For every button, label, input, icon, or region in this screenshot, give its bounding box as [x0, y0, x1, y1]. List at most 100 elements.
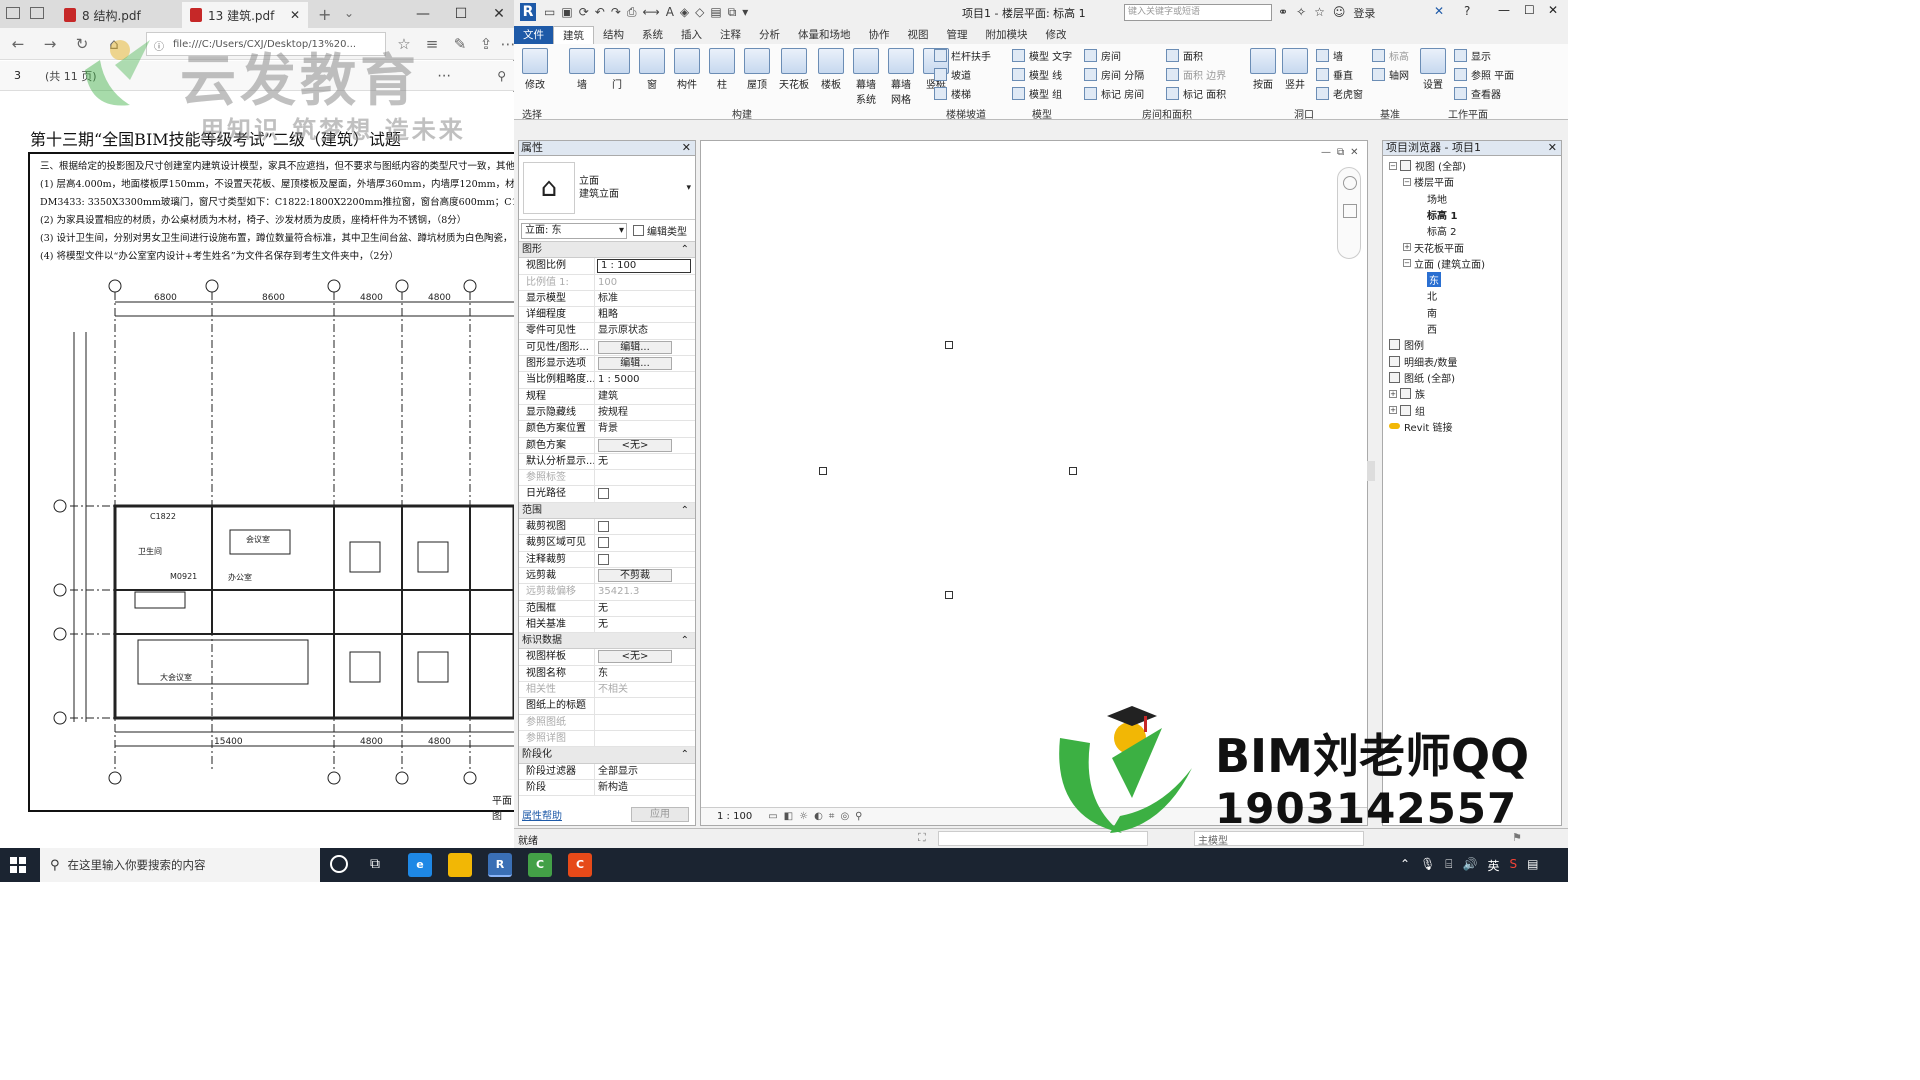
- zoom-icon[interactable]: [1343, 204, 1357, 218]
- tag-area-tool[interactable]: 标记 面积: [1166, 84, 1226, 103]
- tab-manage[interactable]: 管理: [938, 26, 977, 44]
- property-value[interactable]: 编辑...: [595, 340, 695, 355]
- property-row[interactable]: 参照标签: [519, 470, 695, 487]
- expand-icon[interactable]: +: [1389, 389, 1397, 398]
- share-icon[interactable]: ⇪: [474, 33, 498, 55]
- elevation-marker-west[interactable]: [819, 467, 827, 475]
- tab-analyze[interactable]: 分析: [750, 26, 789, 44]
- browser-item-groups[interactable]: + 组: [1389, 403, 1425, 418]
- property-value[interactable]: [595, 470, 695, 485]
- panel-select-label[interactable]: 选择: [522, 106, 542, 121]
- section-graphics[interactable]: 图形 ⌃: [519, 242, 695, 259]
- 3d-view-icon[interactable]: ◈: [680, 5, 689, 20]
- property-row[interactable]: 注释裁剪: [519, 551, 695, 568]
- tab-insert[interactable]: 插入: [672, 26, 711, 44]
- browser-item-floor-plan-level-2[interactable]: 标高 2: [1427, 223, 1457, 238]
- property-value[interactable]: 建筑: [595, 389, 695, 404]
- property-row[interactable]: 参照图纸: [519, 714, 695, 731]
- floor-tool[interactable]: 楼板: [818, 48, 844, 106]
- close-browser-icon[interactable]: ✕: [1548, 141, 1557, 155]
- dormer-tool[interactable]: 老虎窗: [1316, 84, 1363, 103]
- property-value[interactable]: 全部显示: [595, 764, 695, 779]
- type-selector[interactable]: ⌂ 立面 建筑立面 ▾: [519, 156, 695, 220]
- property-value[interactable]: 编辑...: [595, 356, 695, 371]
- undo-icon[interactable]: ↶: [595, 5, 605, 20]
- shadows-icon[interactable]: ◐: [814, 811, 823, 822]
- model-line-tool[interactable]: 模型 线: [1012, 65, 1072, 84]
- door-tool[interactable]: 门: [604, 48, 630, 106]
- task-view-icon[interactable]: ⧉: [370, 856, 380, 872]
- set-aside-tabs-icon[interactable]: [30, 7, 44, 19]
- roof-tool[interactable]: 屋顶: [744, 48, 770, 106]
- property-checkbox[interactable]: [598, 553, 609, 565]
- camtasia-app-icon[interactable]: C: [528, 853, 552, 877]
- property-row[interactable]: 比例值 1: 100: [519, 274, 695, 291]
- browser-item-families[interactable]: + 族: [1389, 386, 1425, 401]
- wall-tool[interactable]: 墙: [569, 48, 595, 106]
- area-tool[interactable]: 面积: [1166, 46, 1226, 65]
- worksets-icon[interactable]: ⛶: [918, 831, 926, 845]
- canvas-scrollbar[interactable]: [1367, 461, 1375, 481]
- cortana-icon[interactable]: [330, 855, 348, 873]
- favorites-list-icon[interactable]: ≡: [420, 33, 444, 55]
- collapse-icon[interactable]: −: [1403, 177, 1411, 186]
- property-row[interactable]: 远剪裁偏移 35421.3: [519, 584, 695, 601]
- print-icon[interactable]: ⎙: [627, 5, 637, 20]
- curtain-grid-tool[interactable]: 幕墙网格: [888, 48, 914, 106]
- restore-view-icon[interactable]: ⧉: [1337, 147, 1344, 158]
- section-extents[interactable]: 范围 ⌃: [519, 502, 695, 520]
- instance-selector[interactable]: 立面: 东 ▾: [521, 222, 627, 239]
- close-window-icon[interactable]: ✕: [480, 0, 518, 28]
- property-button[interactable]: 编辑...: [598, 357, 672, 371]
- elevation-marker-north[interactable]: [945, 341, 953, 349]
- elevation-marker-south[interactable]: [945, 591, 953, 599]
- browser-item-views-all[interactable]: − 视图 (全部): [1389, 158, 1466, 173]
- by-face-tool[interactable]: 按面: [1250, 48, 1276, 91]
- property-value[interactable]: [595, 535, 695, 550]
- browser-item-elevation-east[interactable]: 东: [1427, 272, 1441, 288]
- tag-room-tool[interactable]: 标记 房间: [1084, 84, 1144, 103]
- microphone-icon[interactable]: 🎙: [1420, 857, 1435, 874]
- browser-item-floor-plan-level-1[interactable]: 标高 1: [1427, 207, 1457, 222]
- property-row[interactable]: 相关性 不相关: [519, 682, 695, 699]
- browser-item-ceiling-plans[interactable]: + 天花板平面: [1403, 240, 1464, 255]
- help-icon[interactable]: ?: [1464, 4, 1470, 18]
- browser-item-sheets[interactable]: 图纸 (全部): [1389, 370, 1455, 385]
- view-scale-button[interactable]: 1 : 100: [717, 811, 752, 822]
- tab-structure[interactable]: 结构: [594, 26, 633, 44]
- area-boundary-tool[interactable]: 面积 边界: [1166, 65, 1226, 84]
- tray-chevron-icon[interactable]: ⌃: [1400, 857, 1410, 874]
- property-value[interactable]: [595, 731, 695, 746]
- tab-annotate[interactable]: 注释: [711, 26, 750, 44]
- room-tool[interactable]: 房间: [1084, 46, 1144, 65]
- property-row[interactable]: 阶段 新构造: [519, 779, 695, 797]
- property-value[interactable]: 显示原状态: [595, 323, 695, 338]
- property-row[interactable]: 默认分析显示... 无: [519, 453, 695, 471]
- browser-item-revit-links[interactable]: Revit 链接: [1389, 419, 1452, 434]
- property-row[interactable]: 裁剪视图: [519, 519, 695, 536]
- vertical-opening-tool[interactable]: 垂直: [1316, 65, 1363, 84]
- collapse-icon[interactable]: −: [1403, 259, 1411, 268]
- notes-pen-icon[interactable]: ✎: [448, 33, 472, 55]
- crop-view-icon[interactable]: ⌗: [829, 811, 835, 822]
- chevron-down-icon[interactable]: ▾: [686, 183, 691, 193]
- browser-item-floor-plans[interactable]: − 楼层平面: [1403, 174, 1454, 189]
- tab-architecture[interactable]: 建筑: [553, 26, 594, 44]
- property-button[interactable]: 不剪裁: [598, 568, 672, 582]
- property-row[interactable]: 规程 建筑: [519, 388, 695, 405]
- level-tool[interactable]: 标高: [1372, 46, 1409, 65]
- edit-type-button[interactable]: 编辑类型: [633, 223, 687, 238]
- redo-icon[interactable]: ↷: [611, 5, 621, 20]
- tab-architecture-pdf[interactable]: 13 建筑.pdf ✕: [182, 2, 308, 28]
- thin-lines-icon[interactable]: ▤: [710, 5, 721, 20]
- reference-plane-tool[interactable]: 参照 平面: [1454, 65, 1514, 84]
- property-value[interactable]: 无: [595, 601, 695, 616]
- tab-modify[interactable]: 修改: [1037, 26, 1076, 44]
- property-value[interactable]: 不相关: [595, 682, 695, 697]
- chevron-down-icon[interactable]: ⌄: [344, 6, 354, 20]
- tab-systems[interactable]: 系统: [633, 26, 672, 44]
- visual-style-icon[interactable]: ◧: [784, 811, 793, 822]
- binoculars-icon[interactable]: ⚭: [1278, 5, 1288, 21]
- wall-opening-tool[interactable]: 墙: [1316, 46, 1363, 65]
- temp-hide-icon[interactable]: ◎: [840, 811, 849, 822]
